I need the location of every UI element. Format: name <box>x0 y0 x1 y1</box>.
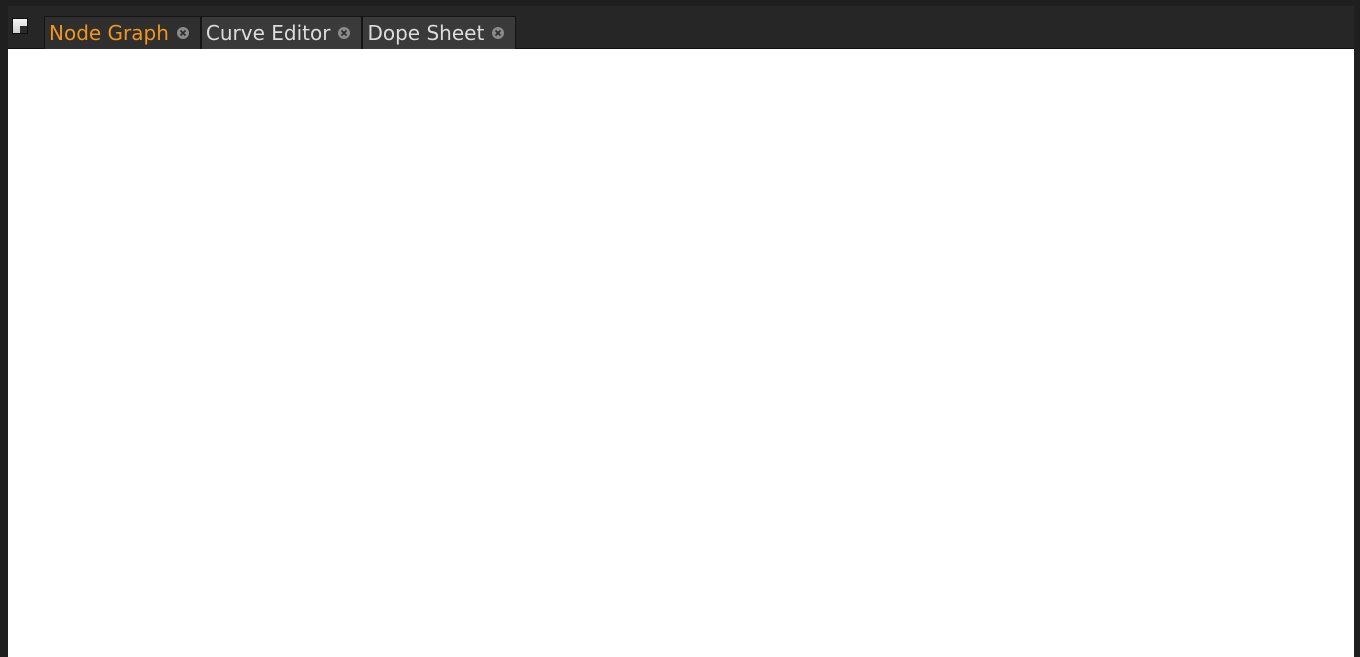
close-icon[interactable] <box>337 26 351 40</box>
close-icon[interactable] <box>176 26 190 40</box>
tab-node-graph[interactable]: Node Graph <box>44 16 201 49</box>
panel-menu-icon[interactable] <box>12 18 28 34</box>
tab-dope-sheet[interactable]: Dope Sheet <box>362 16 517 49</box>
tab-curve-editor[interactable]: Curve Editor <box>200 16 363 49</box>
tab-label: Dope Sheet <box>367 20 485 45</box>
node-graph-pane: Node Graph Curve Editor Dope Sheet <box>0 0 1360 657</box>
close-icon[interactable] <box>491 26 505 40</box>
tab-strip: Node Graph Curve Editor Dope Sheet <box>44 16 517 49</box>
pane-tab-bar: Node Graph Curve Editor Dope Sheet <box>8 6 1354 49</box>
tab-label: Node Graph <box>49 20 169 45</box>
node-graph-canvas[interactable] <box>8 49 1354 657</box>
tab-label: Curve Editor <box>205 20 331 45</box>
